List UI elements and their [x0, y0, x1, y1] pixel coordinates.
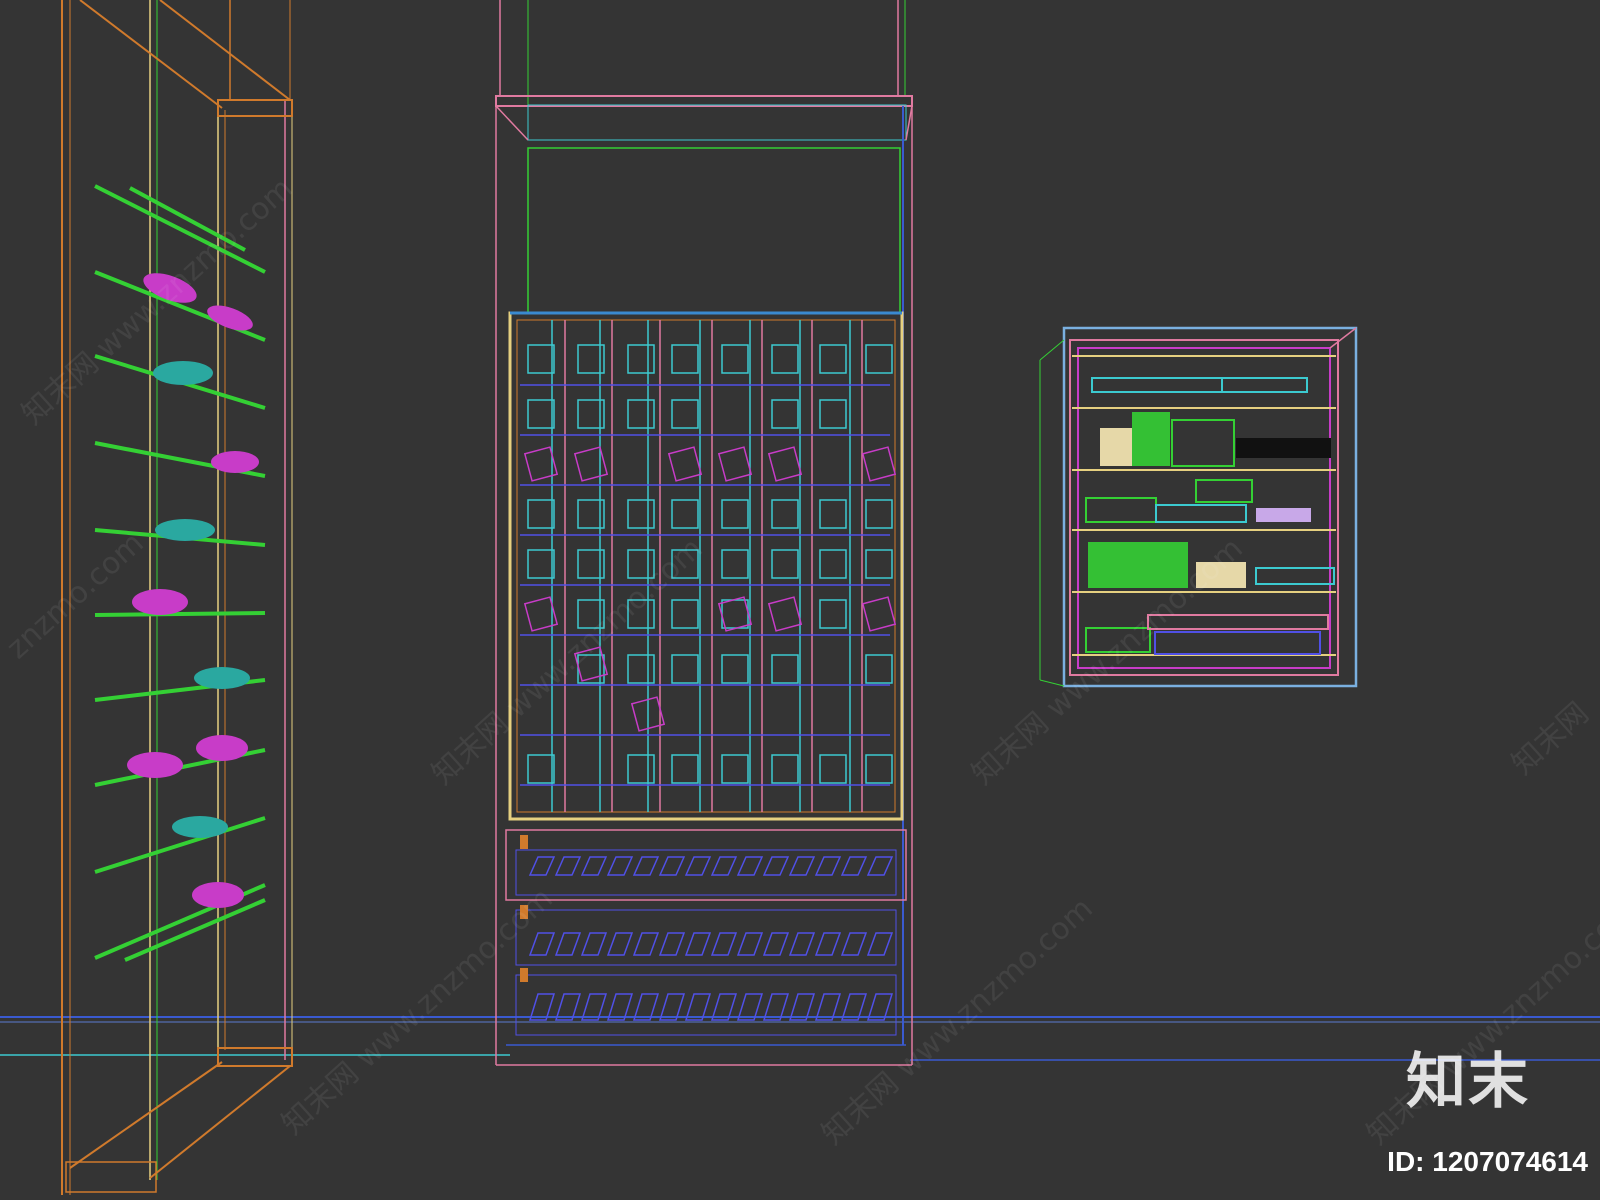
- shoe-rack-tower[interactable]: [61, 0, 293, 1195]
- cabinet-glass-dividers: [551, 320, 863, 812]
- znzmo-logo: 知末: [1406, 1047, 1530, 1117]
- asset-id-label: ID: 1207074614: [1387, 1146, 1588, 1177]
- cabinet-lower-drawers: [496, 829, 912, 1066]
- wall-shelf-cabinet[interactable]: [1039, 326, 1358, 688]
- wireframe-scene: [0, 0, 1600, 1195]
- tower-shoes: [127, 273, 259, 908]
- shoe-display-cabinet[interactable]: [495, 0, 913, 1066]
- wall-cabinet-items: [1085, 377, 1335, 655]
- floor-lines: [0, 1016, 1600, 1061]
- 3d-viewport[interactable]: 知末网 www.znzmo.com 知末网 www.znzmo.com 知末网 …: [0, 0, 1600, 1200]
- cabinet-shoe-grid: [520, 344, 897, 786]
